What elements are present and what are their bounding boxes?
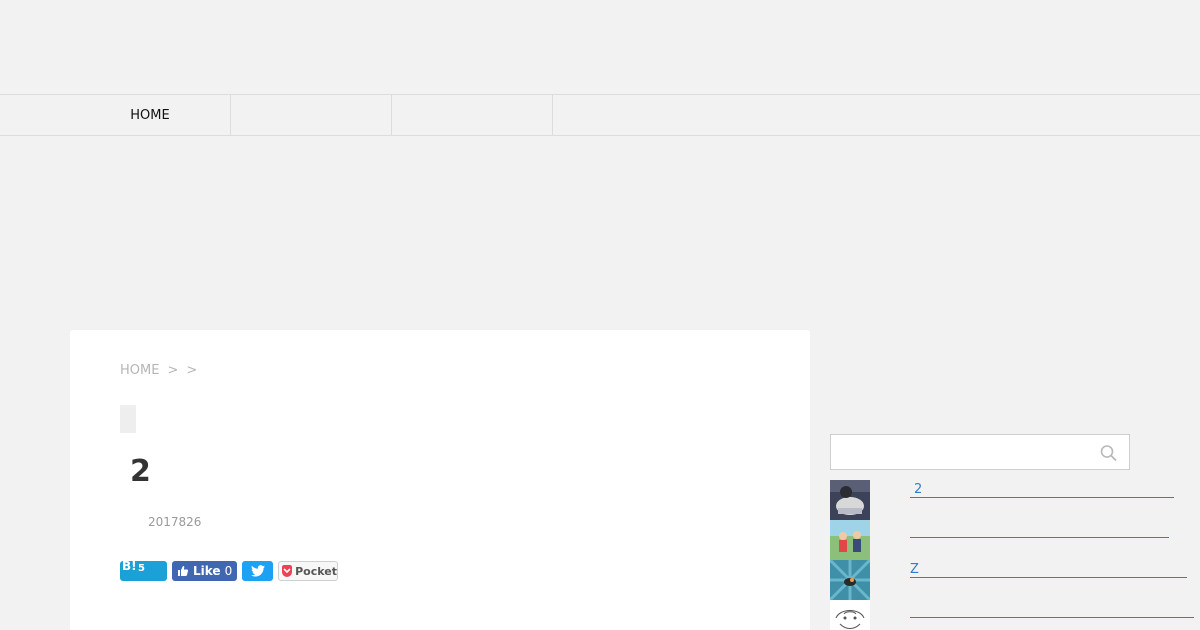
global-nav: HOME <box>0 94 1200 136</box>
hatena-count: 5 <box>138 563 145 574</box>
search-icon[interactable] <box>1099 444 1119 462</box>
pocket-icon <box>282 565 293 577</box>
facebook-like-count: 0 <box>224 564 233 578</box>
hatena-bookmark-button[interactable]: B! 5 <box>120 559 167 581</box>
nav-item-2[interactable] <box>231 95 392 135</box>
breadcrumb-separator: > <box>167 363 179 378</box>
nav-item-home[interactable]: HOME <box>70 95 231 135</box>
post-thumbnail[interactable] <box>830 480 870 520</box>
article-card: HOME > > 2 2017826 B! 5 Like 0 Pocket <box>70 330 810 630</box>
search-box <box>830 434 1130 470</box>
facebook-like-button[interactable]: Like 0 <box>172 561 237 581</box>
share-bar: B! 5 Like 0 Pocket <box>120 559 338 581</box>
nav-item-3[interactable] <box>392 95 553 135</box>
post-thumbnail[interactable] <box>830 560 870 600</box>
facebook-like-label: Like <box>193 564 221 578</box>
list-item <box>830 600 1200 630</box>
related-post-link[interactable] <box>910 603 1194 618</box>
list-item <box>830 520 1200 560</box>
list-item: Z <box>830 560 1200 600</box>
related-post-link[interactable]: Z <box>910 563 1187 578</box>
article-title: 2 <box>130 454 151 489</box>
twitter-share-button[interactable] <box>242 561 273 581</box>
pocket-label: Pocket <box>295 564 337 578</box>
category-tag[interactable] <box>120 405 136 433</box>
pocket-button[interactable]: Pocket <box>278 561 338 581</box>
related-post-link[interactable]: 2 <box>910 483 1174 498</box>
published-date: 2017826 <box>148 515 202 529</box>
breadcrumb-home-link[interactable]: HOME <box>120 363 159 378</box>
page: HOME HOME > > 2 2017826 B! 5 Like 0 Pock… <box>0 0 1200 630</box>
breadcrumb-separator: > <box>186 363 198 378</box>
related-posts-list: 2 Z <box>830 480 1200 630</box>
hatena-icon: B! <box>122 559 137 573</box>
twitter-icon <box>250 565 265 577</box>
post-thumbnail[interactable] <box>830 520 870 560</box>
list-item: 2 <box>830 480 1200 520</box>
thumbs-up-icon <box>178 566 189 576</box>
search-input[interactable] <box>831 435 1091 469</box>
post-thumbnail[interactable] <box>830 600 870 630</box>
breadcrumb: HOME > > <box>120 363 197 378</box>
related-post-link[interactable] <box>910 523 1169 538</box>
